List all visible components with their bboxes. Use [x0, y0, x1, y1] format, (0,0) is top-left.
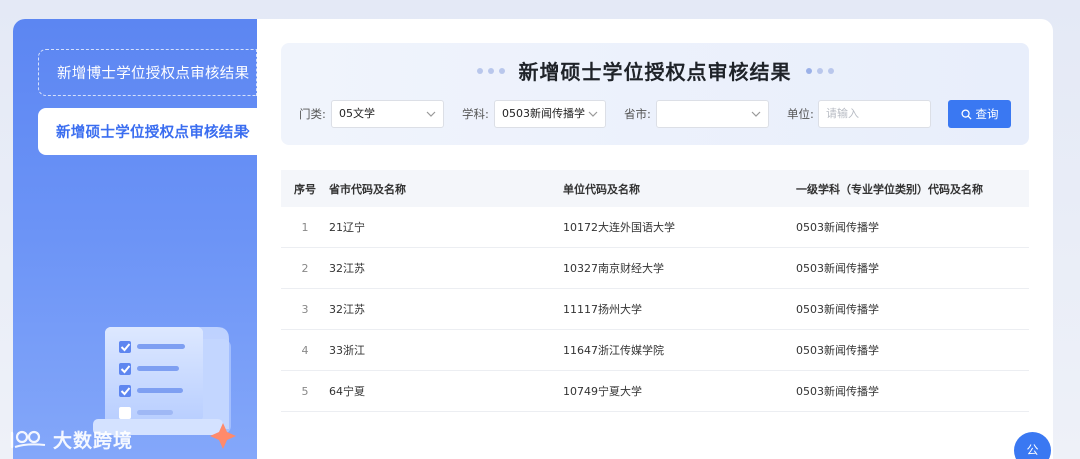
cell-unit: 10172大连外国语大学 [563, 221, 675, 234]
header-province: 省市代码及名称 [329, 182, 406, 196]
cell-discipline: 0503新闻传播学 [796, 303, 879, 316]
cell-index: 2 [301, 261, 309, 275]
cell-unit: 11117扬州大学 [563, 303, 642, 316]
subject-select[interactable]: 0503新闻传播学 [494, 100, 606, 128]
cell-province: 32江苏 [329, 303, 365, 316]
decor-dots-icon [476, 67, 505, 74]
results-table: 序号 省市代码及名称 单位代码及名称 一级学科（专业学位类别）代码及名称 1 2… [281, 170, 1029, 412]
cell-index: 4 [301, 343, 309, 357]
cell-unit: 10327南京财经大学 [563, 262, 664, 275]
page-title: 新增硕士学位授权点审核结果 [518, 60, 792, 84]
cell-province: 33浙江 [329, 344, 365, 357]
table-row: 2 32江苏 10327南京财经大学 0503新闻传播学 [281, 248, 1029, 289]
province-label: 省市: [624, 107, 651, 121]
unit-label: 单位: [787, 107, 814, 121]
cell-index: 5 [301, 384, 309, 398]
subject-label: 学科: [462, 107, 489, 121]
category-select-value: 05文学 [339, 107, 375, 120]
chevron-right-icon: › [243, 121, 251, 141]
chevron-down-icon [426, 111, 436, 117]
main-content: 新增硕士学位授权点审核结果 门类: 05文学 学科: 0503新闻传播学 省市: [281, 19, 1053, 459]
sidebar-item-doctoral[interactable]: 新增博士学位授权点审核结果 [38, 49, 257, 96]
cell-discipline: 0503新闻传播学 [796, 262, 879, 275]
floating-button-label: 公 [1026, 443, 1039, 457]
sidebar-item-masters[interactable]: 新增硕士学位授权点审核结果 › [38, 108, 257, 155]
header-discipline: 一级学科（专业学位类别）代码及名称 [796, 182, 983, 196]
unit-input-placeholder: 请输入 [826, 107, 859, 120]
sidebar: 新增博士学位授权点审核结果 新增硕士学位授权点审核结果 › [13, 19, 257, 459]
search-button-label: 查询 [975, 107, 999, 121]
table-row: 4 33浙江 11647浙江传媒学院 0503新闻传播学 [281, 330, 1029, 371]
search-button[interactable]: 查询 [948, 100, 1011, 128]
decor-dots-icon [805, 67, 834, 74]
sidebar-item-label: 新增硕士学位授权点审核结果 [56, 125, 249, 141]
search-icon [960, 108, 972, 120]
cell-province: 32江苏 [329, 262, 365, 275]
unit-input[interactable]: 请输入 [818, 100, 931, 128]
header-unit: 单位代码及名称 [563, 182, 640, 196]
cell-province: 21辽宁 [329, 221, 365, 234]
table-row: 1 21辽宁 10172大连外国语大学 0503新闻传播学 [281, 207, 1029, 248]
table-row: 3 32江苏 11117扬州大学 0503新闻传播学 [281, 289, 1029, 330]
table-row: 5 64宁夏 10749宁夏大学 0503新闻传播学 [281, 371, 1029, 412]
watermark-text: 大数跨境 [53, 430, 134, 452]
cell-discipline: 0503新闻传播学 [796, 221, 879, 234]
subject-select-value: 0503新闻传播学 [502, 107, 585, 120]
chevron-down-icon [751, 111, 761, 117]
cell-discipline: 0503新闻传播学 [796, 385, 879, 398]
category-select[interactable]: 05文学 [331, 100, 444, 128]
cell-province: 64宁夏 [329, 385, 365, 398]
table-header: 序号 省市代码及名称 单位代码及名称 一级学科（专业学位类别）代码及名称 [281, 170, 1029, 207]
province-select[interactable] [656, 100, 769, 128]
app-shell: 新增博士学位授权点审核结果 新增硕士学位授权点审核结果 › 新增硕士学位授权点审… [13, 19, 1053, 459]
cell-discipline: 0503新闻传播学 [796, 344, 879, 357]
cell-unit: 11647浙江传媒学院 [563, 344, 664, 357]
brand-logo-icon [10, 430, 46, 448]
cell-unit: 10749宁夏大学 [563, 385, 642, 398]
cell-index: 3 [301, 302, 309, 316]
filter-panel: 新增硕士学位授权点审核结果 门类: 05文学 学科: 0503新闻传播学 省市: [281, 43, 1029, 145]
cell-index: 1 [301, 220, 309, 234]
watermark: 大数跨境 [9, 426, 133, 453]
header-index: 序号 [294, 182, 316, 196]
sidebar-item-label: 新增博士学位授权点审核结果 [57, 66, 250, 82]
chevron-down-icon [588, 111, 598, 117]
category-label: 门类: [299, 107, 326, 121]
